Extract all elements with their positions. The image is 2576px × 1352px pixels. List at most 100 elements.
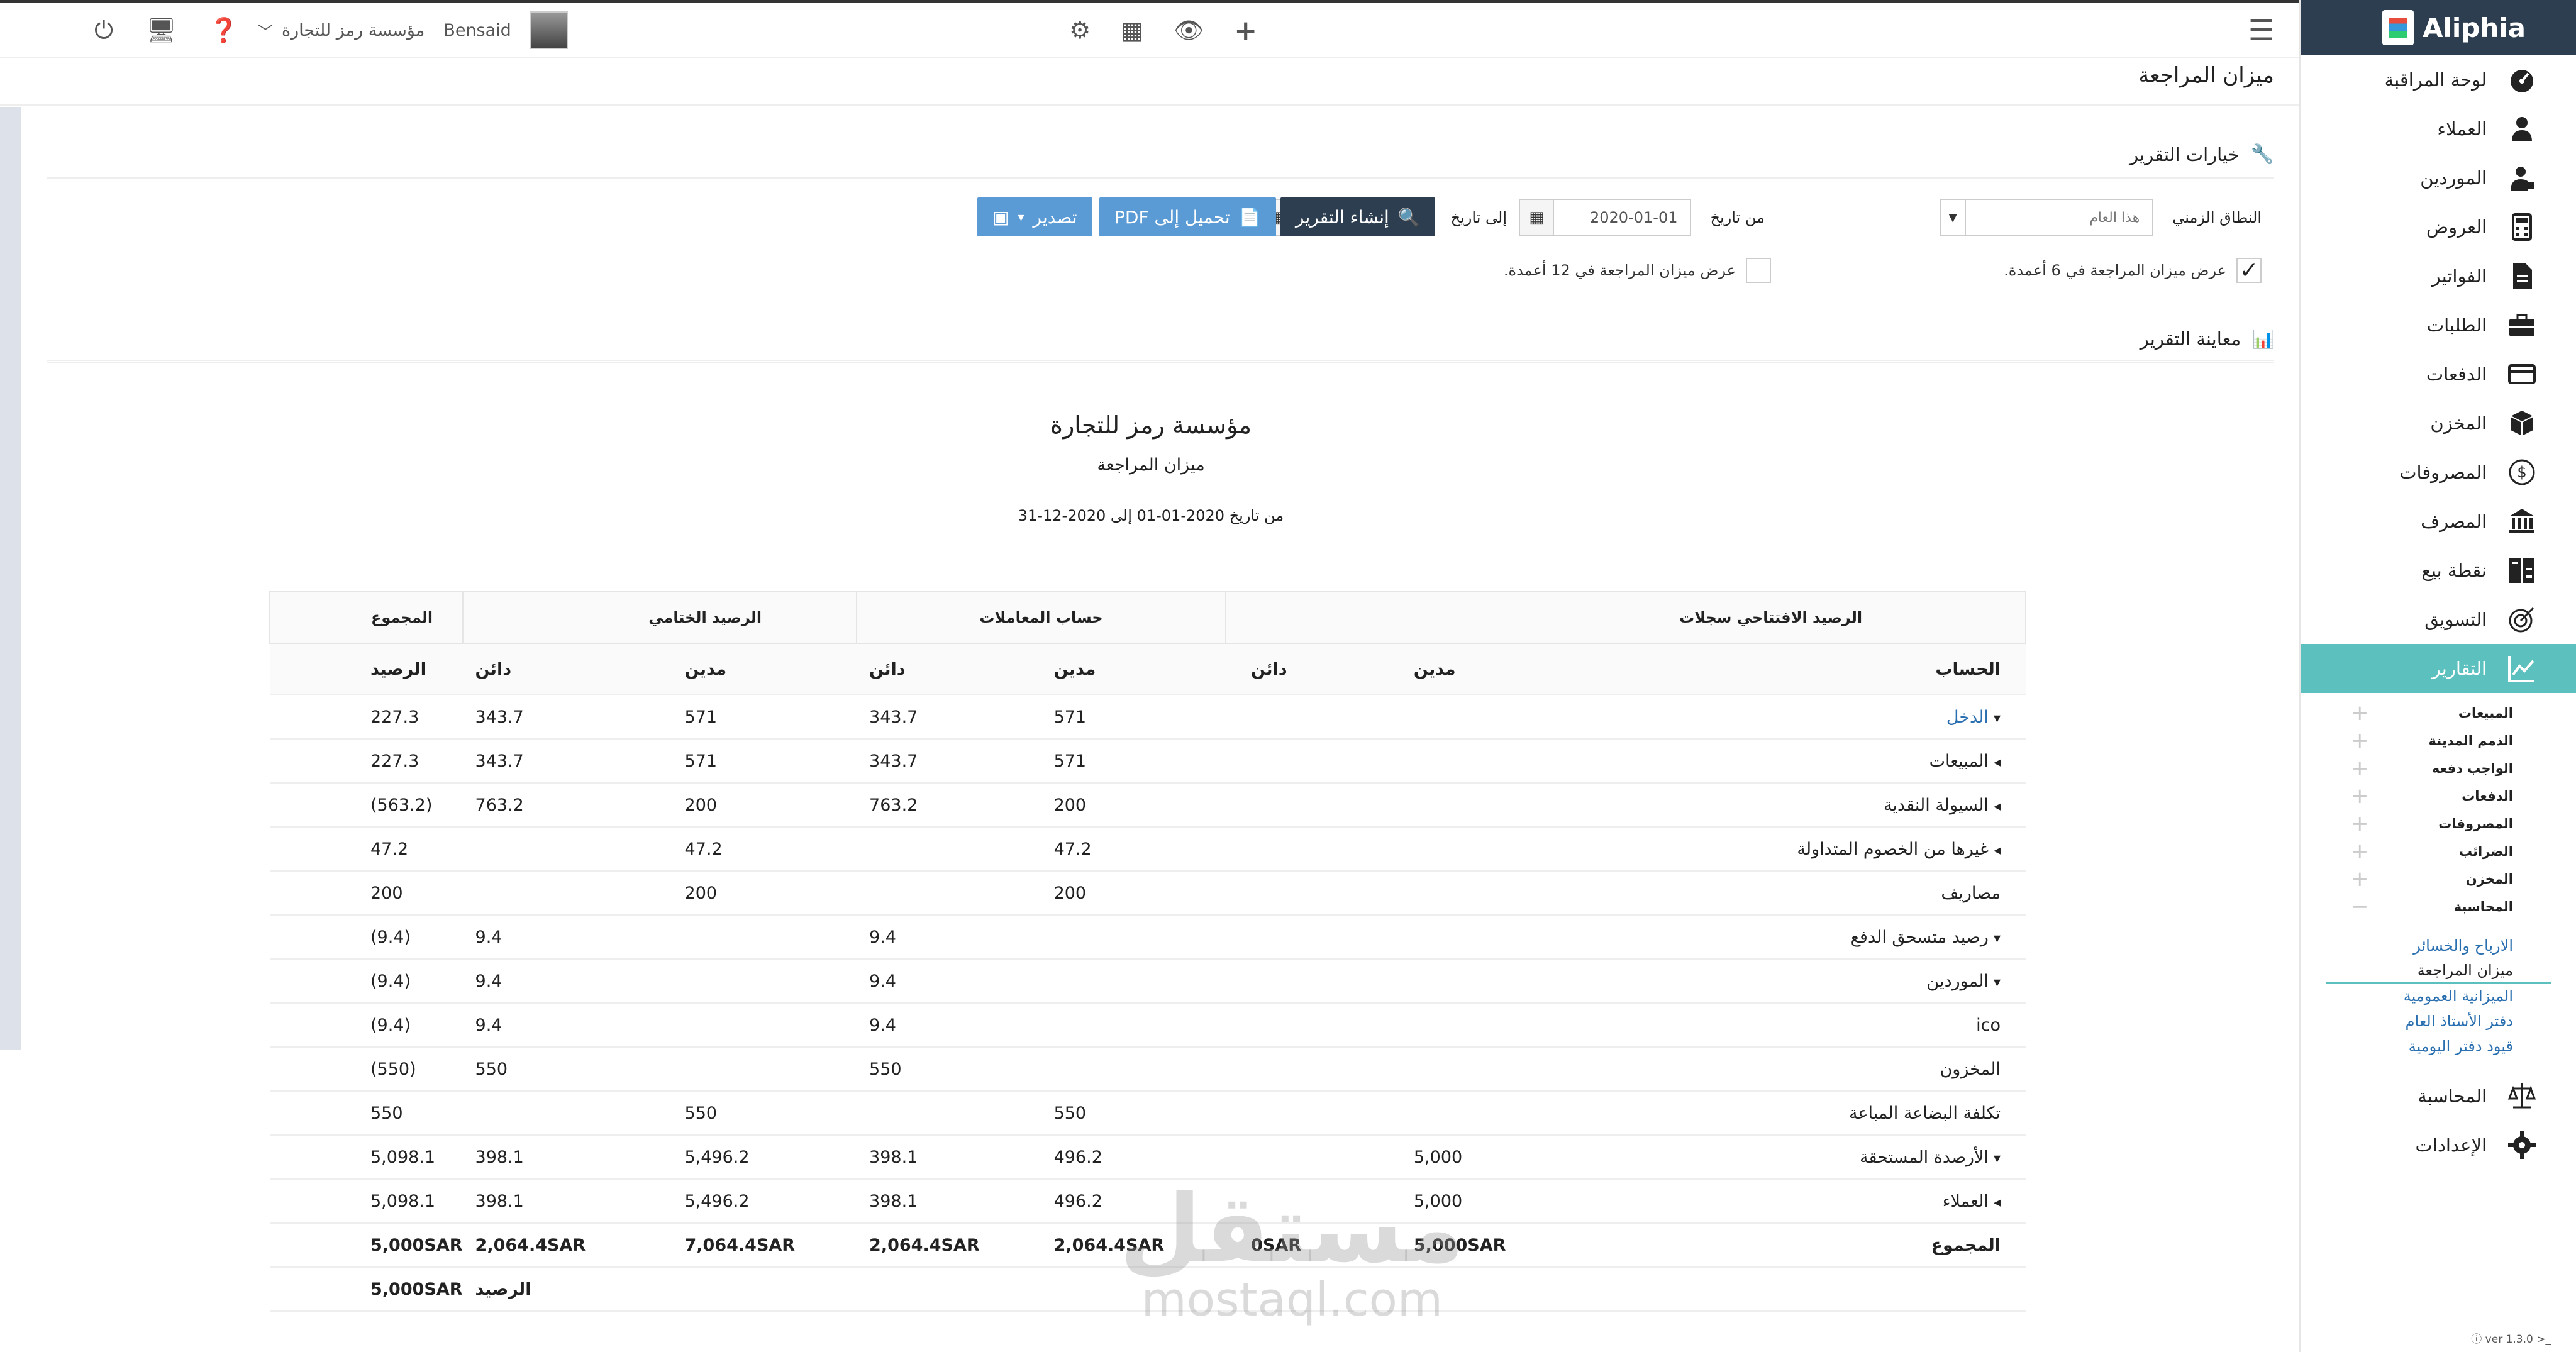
sidebar-item-gear[interactable]: الإعدادات	[2301, 1121, 2576, 1170]
accounting-subitem[interactable]: دفتر الأستاذ العام	[2301, 1009, 2576, 1034]
sidebar-item-scale[interactable]: المحاسبة	[2301, 1072, 2576, 1121]
table-row[interactable]: ▾الدخل 571 343.7 571 343.7 227.3	[270, 695, 2026, 740]
sidebar-item-dashboard[interactable]: لوحة المراقبة	[2301, 55, 2576, 104]
brand-logo[interactable]: Aliphia	[2301, 0, 2576, 55]
cell-opening-credit	[1226, 871, 1414, 916]
checkbox-12-columns[interactable]	[1746, 258, 1771, 283]
expand-icon[interactable]: +	[2351, 728, 2369, 753]
caret-left-icon[interactable]: ◂	[1994, 755, 2001, 770]
create-report-button[interactable]: 🔍 إنشاء التقرير	[1280, 197, 1435, 236]
cell-account[interactable]: تكلفة البضاعة المباعة	[1620, 1091, 2026, 1136]
cell-account[interactable]: ◂المبيعات	[1620, 739, 2026, 784]
cell-account[interactable]: ▾الموردين	[1620, 959, 2026, 1004]
add-icon[interactable]: +	[1234, 14, 1257, 47]
reports-subitem[interactable]: المحاسبة −	[2301, 893, 2576, 921]
caret-down-icon: ▾	[1018, 209, 1024, 224]
caret-down-icon[interactable]: ▾	[1994, 711, 2001, 726]
sidebar-item-briefcase[interactable]: الطلبات	[2301, 301, 2576, 350]
table-row[interactable]: مصاريف 200 200 200	[270, 871, 2026, 916]
chevron-down-icon[interactable]: ▾	[1940, 199, 1965, 236]
table-row[interactable]: ▾الأرصدة المستحقة 5,000 496.2 398.1 5,496.2 3…	[270, 1135, 2026, 1180]
checkbox-6-columns[interactable]: ✓	[2236, 258, 2262, 284]
cell-account[interactable]: ◂غيرها من الخصوم المتداولة	[1620, 827, 2026, 872]
cell-account[interactable]: ◂العملاء	[1620, 1179, 2026, 1224]
hamburger-menu-icon[interactable]: ☰	[2248, 3, 2274, 58]
reports-subitem[interactable]: الضرائب +	[2301, 838, 2576, 865]
cell-account[interactable]: ico	[1620, 1003, 2026, 1048]
caret-left-icon[interactable]: ◂	[1994, 843, 2001, 858]
cell-account[interactable]: ▾رصيد متسحق الدفع	[1620, 915, 2026, 960]
table-row[interactable]: ◂المبيعات 571 343.7 571 343.7 227.3	[270, 739, 2026, 784]
sidebar-item-dollar[interactable]: $ المصروفات	[2301, 448, 2576, 497]
reports-subitem[interactable]: الذمم المدينة +	[2301, 727, 2576, 755]
accounting-subitem[interactable]: الارباح والخسائر	[2301, 933, 2576, 958]
expand-icon[interactable]: +	[2351, 701, 2369, 726]
caret-down-icon[interactable]: ▾	[1994, 975, 2001, 990]
gear-icon[interactable]: ⚙	[1069, 16, 1091, 44]
reports-subitem[interactable]: المصروفات +	[2301, 810, 2576, 838]
reports-subitem[interactable]: المخزن +	[2301, 865, 2576, 893]
help-icon[interactable]: ❓	[209, 16, 238, 45]
sidebar-item-target[interactable]: التسويق	[2301, 595, 2576, 644]
expand-icon[interactable]: +	[2351, 784, 2369, 809]
accounting-subitem[interactable]: ميزان المراجعة	[2326, 958, 2551, 984]
sidebar-item-card[interactable]: الدفعات	[2301, 350, 2576, 399]
range-select[interactable]: هذا العام	[1965, 199, 2154, 236]
table-row[interactable]: ico 9.4 9.4 (9.4)	[270, 1003, 2026, 1048]
caret-down-icon[interactable]: ▾	[1994, 1151, 2001, 1166]
export-button[interactable]: تصدير ▾ ▣	[977, 197, 1092, 236]
caret-left-icon[interactable]: ◂	[1994, 799, 2001, 814]
accounting-subitem[interactable]: قيود دفتر اليومية	[2301, 1034, 2576, 1059]
table-row[interactable]: تكلفة البضاعة المباعة 550 550 550	[270, 1091, 2026, 1136]
table-row[interactable]: المخزون 550 550 (550)	[270, 1047, 2026, 1092]
cell-closing-credit	[462, 827, 672, 872]
sidebar-item-box[interactable]: المخزن	[2301, 399, 2576, 448]
table-row[interactable]: ◂السيولة النقدية 200 763.2 200 763.2 (563.2)	[270, 783, 2026, 828]
download-pdf-button[interactable]: 📄 تحميل إلى PDF	[1099, 197, 1276, 236]
cell-account[interactable]: ▾الدخل	[1620, 695, 2026, 740]
caret-left-icon[interactable]: ◂	[1994, 1195, 2001, 1211]
sidebar-item-invoice[interactable]: الفواتير	[2301, 252, 2576, 301]
sidebar-item-bank[interactable]: المصرف	[2301, 497, 2576, 546]
cell-account[interactable]: المخزون	[1620, 1047, 2026, 1092]
reports-subitem-label: الضرائب	[2458, 844, 2513, 859]
from-date-input[interactable]: 2020-01-01	[1553, 199, 1692, 236]
reports-subitem[interactable]: المبيعات +	[2301, 699, 2576, 727]
cell-balance: 5,098.1	[270, 1179, 463, 1224]
cell-closing-credit: 550	[462, 1047, 672, 1092]
table-row[interactable]: ◂غيرها من الخصوم المتداولة 47.2 47.2 47.2	[270, 827, 2026, 872]
cell-account[interactable]: المجموع	[1620, 1223, 2026, 1268]
sidebar-item-pos[interactable]: نقطة بيع	[2301, 546, 2576, 595]
sidebar-item-chart[interactable]: التقارير	[2301, 644, 2576, 693]
table-row[interactable]: ▾رصيد متسحق الدفع 9.4 9.4 (9.4)	[270, 915, 2026, 960]
chevron-down-icon: ﹀	[258, 23, 273, 41]
expand-icon[interactable]: +	[2351, 867, 2369, 892]
cell-trans-credit: 343.7	[857, 695, 1041, 740]
calendar-icon[interactable]: ▦	[1519, 199, 1553, 236]
table-row[interactable]: ▾الموردين 9.4 9.4 (9.4)	[270, 959, 2026, 1004]
col-trans-debit: مدين	[1041, 643, 1226, 695]
expand-icon[interactable]: +	[2351, 839, 2369, 864]
expand-icon[interactable]: +	[2351, 811, 2369, 836]
eye-icon[interactable]: 👁	[1174, 16, 1204, 45]
user-name[interactable]: Bensaid	[443, 21, 511, 40]
expand-icon[interactable]: +	[2351, 756, 2369, 781]
cell-closing-credit: 398.1	[462, 1179, 672, 1224]
cell-account[interactable]: مصاريف	[1620, 871, 2026, 916]
cell-account[interactable]: ◂السيولة النقدية	[1620, 783, 2026, 828]
calculator-icon[interactable]: ▦	[1121, 16, 1143, 44]
reports-subitem[interactable]: الواجب دفعه +	[2301, 755, 2576, 782]
caret-down-icon[interactable]: ▾	[1994, 931, 2001, 946]
sidebar-item-calculator[interactable]: العروض	[2301, 202, 2576, 252]
sidebar-item-supplier[interactable]: الموردين	[2301, 153, 2576, 202]
cell-account[interactable]: ▾الأرصدة المستحقة	[1620, 1135, 2026, 1180]
company-switcher[interactable]: مؤسسة رمز للتجارة ﹀	[258, 19, 425, 42]
avatar[interactable]	[530, 11, 568, 49]
monitor-icon[interactable]: 🖥	[146, 16, 176, 45]
reports-subitem[interactable]: الدفعات +	[2301, 782, 2576, 810]
power-icon[interactable]: ⏻	[94, 16, 113, 45]
accounting-subitem[interactable]: الميزانية العمومية	[2301, 984, 2576, 1009]
cell-trans-credit: 550	[857, 1047, 1041, 1092]
sidebar-item-user[interactable]: العملاء	[2301, 104, 2576, 153]
collapse-icon[interactable]: −	[2351, 894, 2369, 919]
